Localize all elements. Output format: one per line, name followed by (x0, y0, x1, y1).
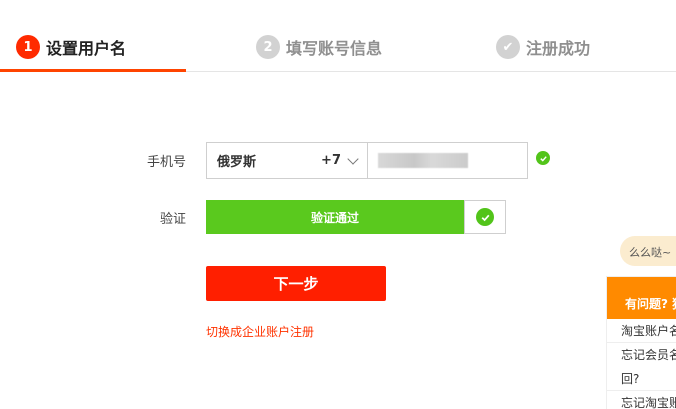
phone-label: 手机号 (146, 155, 186, 170)
verify-check-icon (476, 208, 494, 226)
step-fill-account-info: 2 填写账号信息 (256, 34, 382, 60)
country-code: +7 (321, 153, 341, 168)
step-label: 设置用户名 (46, 39, 127, 58)
slider-verify-bar: 验证通过 (206, 200, 464, 234)
step-register-success: ✔ 注册成功 (496, 34, 590, 60)
country-code-select[interactable]: 俄罗斯 +7 (206, 142, 368, 179)
help-side-panel: 有问题? 独 淘宝账户名 忘记会员名 回? 忘记淘宝账 (606, 276, 676, 409)
active-step-underline (0, 69, 186, 72)
help-item[interactable]: 回? (607, 367, 676, 391)
step-label: 注册成功 (526, 39, 591, 58)
next-step-button[interactable]: 下一步 (206, 266, 386, 301)
help-item[interactable]: 忘记会员名 (607, 343, 676, 367)
country-name: 俄罗斯 (217, 155, 257, 170)
slider-verify-handle[interactable] (464, 200, 506, 234)
step-label: 填写账号信息 (286, 39, 383, 58)
help-item[interactable]: 淘宝账户名 (607, 319, 676, 343)
verify-label: 验证 (159, 212, 186, 227)
step-number-2: 2 (256, 35, 280, 59)
chevron-down-icon (347, 152, 359, 165)
phone-valid-check-icon (536, 151, 550, 165)
help-panel-title: 有问题? 独 (607, 277, 676, 319)
phone-number-input[interactable] (368, 142, 528, 179)
step-progress-header: 1 设置用户名 2 填写账号信息 ✔ 注册成功 (0, 0, 676, 72)
masked-phone-number (378, 153, 468, 168)
switch-enterprise-link[interactable]: 切换成企业账户注册 (206, 323, 314, 340)
mascot-speech-bubble: 么么哒~ (620, 236, 676, 266)
step-number-1: 1 (16, 35, 40, 59)
check-circle-icon: ✔ (496, 35, 520, 59)
step-set-username: 1 设置用户名 (16, 34, 126, 60)
help-item[interactable]: 忘记淘宝账 (607, 391, 676, 409)
